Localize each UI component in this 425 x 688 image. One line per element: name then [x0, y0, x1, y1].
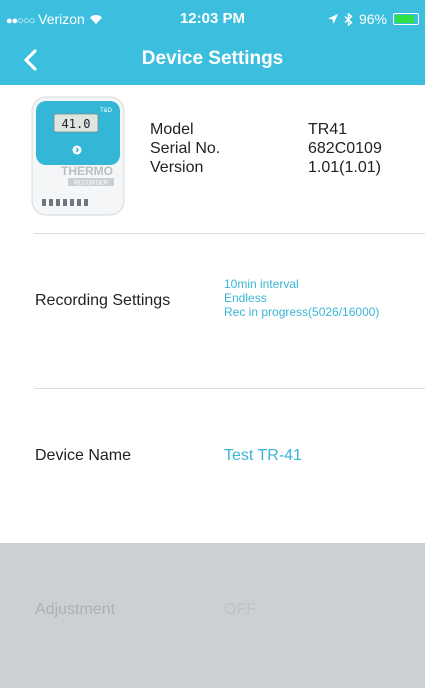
battery-percent: 96%	[358, 11, 387, 27]
nav-bar: Device Settings	[0, 38, 425, 85]
battery-icon	[393, 13, 419, 25]
device-info-labels: Model Serial No. Version	[150, 120, 220, 177]
model-label: Model	[150, 121, 194, 138]
device-image: T&D 41.0 THERMO RECORDER	[31, 96, 125, 216]
bluetooth-icon	[344, 12, 353, 26]
svg-text:41.0: 41.0	[62, 117, 91, 131]
adjustment-row: Adjustment OFF	[0, 543, 425, 688]
device-info-values: TR41 682C0109 1.01(1.01)	[308, 120, 382, 177]
svg-text:RECORDER: RECORDER	[74, 181, 109, 187]
page-title: Device Settings	[141, 48, 284, 69]
recording-interval: 10min interval	[224, 277, 299, 291]
recording-settings-row[interactable]: Recording Settings 10min interval Endles…	[0, 234, 425, 388]
device-name-label: Device Name	[35, 447, 132, 464]
recording-status: Rec in progress(5026/16000)	[224, 305, 380, 319]
serial-value: 682C0109	[308, 140, 382, 157]
recording-mode: Endless	[224, 291, 267, 305]
version-label: Version	[150, 159, 204, 176]
adjustment-label: Adjustment	[35, 601, 116, 618]
status-bar: ●●○○○ Verizon 12:03 PM 96%	[0, 0, 425, 38]
recording-settings-label: Recording Settings	[35, 292, 171, 309]
device-info-section: T&D 41.0 THERMO RECORDER Model Serial No…	[0, 85, 425, 233]
serial-label: Serial No.	[150, 140, 221, 157]
device-name-row[interactable]: Device Name Test TR-41	[0, 389, 425, 543]
svg-text:T&D: T&D	[100, 108, 113, 114]
recording-settings-value: 10min interval Endless Rec in progress(5…	[224, 277, 379, 319]
version-value: 1.01(1.01)	[308, 159, 381, 176]
device-name-value: Test TR-41	[224, 447, 302, 464]
adjustment-value: OFF	[224, 601, 256, 618]
model-value: TR41	[308, 121, 348, 138]
svg-text:THERMO: THERMO	[61, 164, 113, 178]
location-arrow-icon	[327, 14, 338, 24]
battery-level	[395, 15, 415, 23]
status-right: 96%	[327, 11, 419, 27]
header: ●●○○○ Verizon 12:03 PM 96% Device Settin…	[0, 0, 425, 85]
